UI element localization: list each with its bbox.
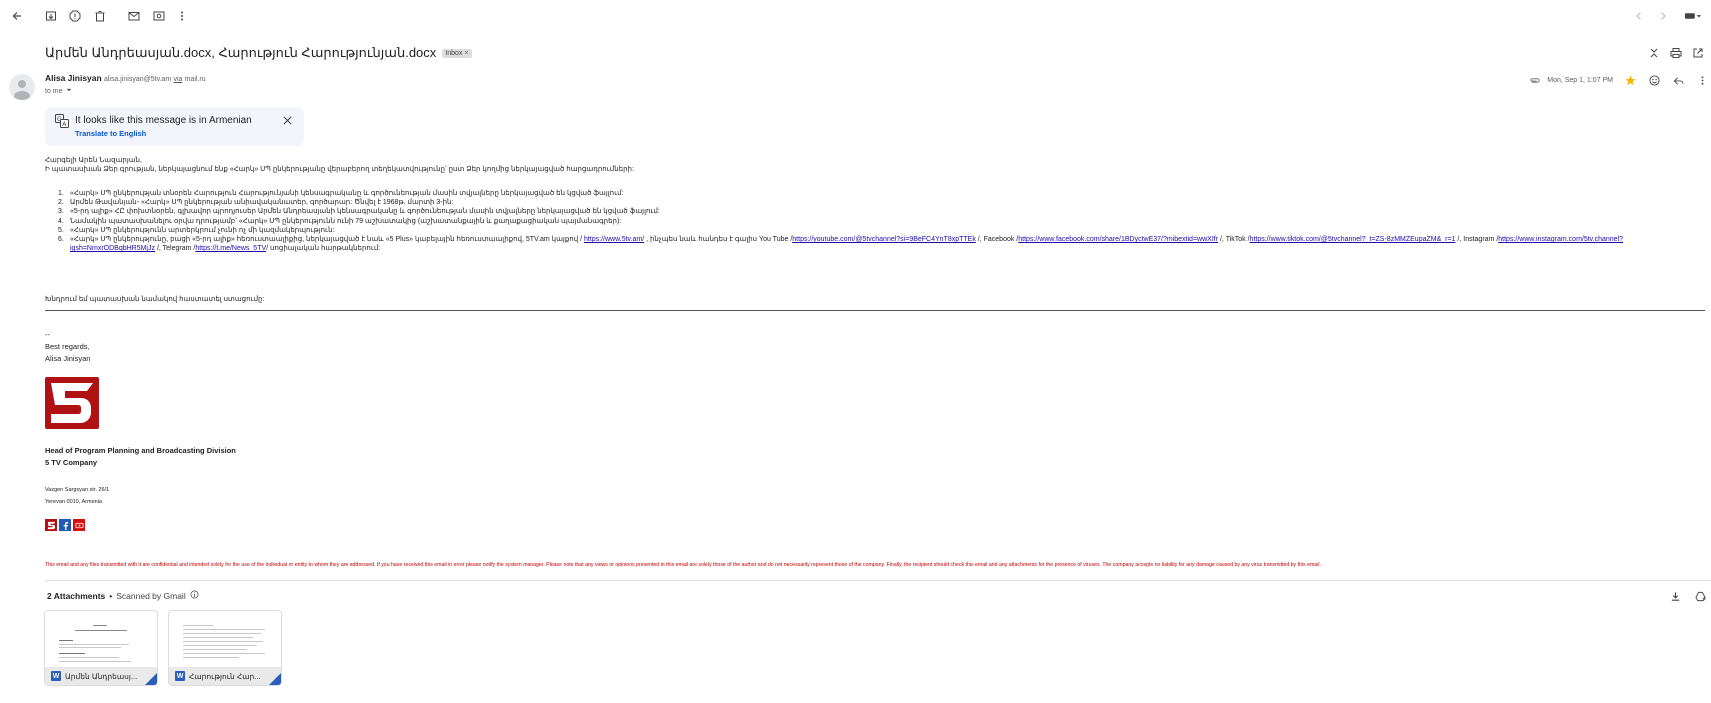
message-meta: Mon, Sep 1, 1:07 PM xyxy=(1529,74,1711,86)
list-item: 2. Արմեն Թավանյան- «Հարկ» ՍՊ ընկերության … xyxy=(58,199,454,207)
legal-disclaimer: This email and any files transmitted wit… xyxy=(45,562,1321,568)
attachments-header: 2 Attachments • Scanned by Gmail xyxy=(47,590,199,601)
file-corner-icon xyxy=(145,673,157,685)
message-toolbar xyxy=(0,0,1711,32)
print-icon[interactable] xyxy=(1670,46,1684,60)
delete-icon[interactable] xyxy=(92,8,108,24)
message-date: Mon, Sep 1, 1:07 PM xyxy=(1547,76,1613,84)
list-item: 3. «5-րդ ալիք» ՀԸ փոխտնօրեն, գլխավոր պրոդ… xyxy=(58,208,660,216)
translate-banner: GA It looks like this message is in Arme… xyxy=(45,107,304,146)
more-message-options-icon[interactable] xyxy=(1697,75,1711,86)
attachments-count: 2 Attachments xyxy=(47,590,106,601)
sender-name[interactable]: Alisa Jinisyan xyxy=(45,73,102,83)
scanned-by-gmail: Scanned by Gmail xyxy=(116,590,186,601)
word-file-icon: W xyxy=(175,671,185,681)
website-link[interactable]: https://www.5tv.am/ xyxy=(584,236,644,243)
signature-position: Head of Program Planning and Broadcastin… xyxy=(45,446,236,455)
attachment-card[interactable]: W Հարություն Հար... xyxy=(168,610,282,686)
attachments-actions xyxy=(1670,589,1706,607)
sender-email: alisa.jinisyan@5tv.am xyxy=(103,76,172,83)
message-body-intro: Հարգելի Արեն Նազարյան, Ի պատասխան Ձեր գր… xyxy=(45,156,1685,175)
sender-avatar[interactable] xyxy=(9,74,35,100)
signature-regards: Best regards, xyxy=(45,342,90,351)
list-item: 1. «Հարկ» ՍՊ ընկերության տնօրեն Հարությու… xyxy=(58,190,624,197)
closing-line: Խնդրում եմ պատասխան նամակով հաստատել ստա… xyxy=(45,296,265,303)
youtube-icon[interactable] xyxy=(73,519,85,531)
collapse-all-icon[interactable] xyxy=(1648,46,1662,60)
info-icon[interactable] xyxy=(190,590,199,601)
attachment-footer: W Հարություն Հար... xyxy=(169,667,281,685)
list-item: 6. «Հարկ» ՍՊ ընկերությունը, բացի «5-րդ ա… xyxy=(58,236,1624,253)
download-all-icon[interactable] xyxy=(1670,589,1681,607)
facebook-link[interactable]: https://www.facebook.com/share/1BDyctwE3… xyxy=(1018,236,1218,243)
social-icons xyxy=(45,519,85,531)
facebook-icon[interactable] xyxy=(59,519,71,531)
attachment-thumbnail xyxy=(169,611,281,667)
close-icon[interactable] xyxy=(282,113,294,125)
add-to-drive-icon[interactable] xyxy=(1695,589,1706,607)
show-details-chevron-icon[interactable] xyxy=(66,87,72,95)
report-spam-icon[interactable] xyxy=(67,8,83,24)
attachment-clip-icon xyxy=(1529,76,1543,85)
5tv-social-icon[interactable] xyxy=(45,519,57,531)
subject-title: Արմեն Անդրեասյան.docx, Հարություն Հարութ… xyxy=(45,45,437,60)
youtube-link[interactable]: https://youtube.com/@5tvchannel?si=9BeFC… xyxy=(792,236,976,243)
input-tools-keyboard-icon[interactable] xyxy=(1682,8,1704,24)
file-corner-icon xyxy=(269,673,281,685)
attachment-filename: Արմեն Անդրեասյ... xyxy=(65,671,138,681)
body-list: 1. «Հարկ» ՍՊ ընկերության տնօրեն Հարությու… xyxy=(58,189,1690,253)
older-chevron-icon[interactable] xyxy=(1655,8,1671,24)
attachment-footer: W Արմեն Անդրեասյ... xyxy=(45,667,157,685)
via-label[interactable]: via xyxy=(173,76,182,83)
to-me-label: to me xyxy=(45,87,63,95)
archive-icon[interactable] xyxy=(43,8,59,24)
mark-unread-icon[interactable] xyxy=(126,8,142,24)
signature-company: 5 TV Company xyxy=(45,458,98,467)
signature-address-city: Yerevan 0010, Armenia xyxy=(45,499,102,505)
greeting: Հարգելի Արեն Նազարյան, xyxy=(45,157,142,164)
attachments-divider xyxy=(45,580,1711,581)
company-logo xyxy=(45,377,99,429)
list-item: 5. «Հարկ» ՍՊ ընկերությունն արտերկրում չու… xyxy=(58,226,335,234)
via-domain: mail.ru xyxy=(184,76,206,83)
recipients-line[interactable]: to me xyxy=(45,87,72,95)
open-new-window-icon[interactable] xyxy=(1692,46,1706,60)
translate-to-english-link[interactable]: Translate to English xyxy=(75,129,146,138)
translate-message: It looks like this message is in Armenia… xyxy=(75,115,252,126)
subject-row: Արմեն Անդրեասյան.docx, Հարություն Հարութ… xyxy=(45,44,472,62)
reply-icon[interactable] xyxy=(1673,75,1687,86)
star-icon[interactable] xyxy=(1625,74,1639,86)
list-item: 4. Նամակին պատասխանելու օրվա դրությամբ՝ «… xyxy=(58,217,622,225)
attachment-filename: Հարություն Հար... xyxy=(189,671,261,681)
attachment-card[interactable]: W Արմեն Անդրեասյ... xyxy=(44,610,158,686)
inbox-label-chip[interactable]: Inbox × xyxy=(442,48,472,58)
intro-paragraph: Ի պատասխան Ձեր գրության, ներկայացնում են… xyxy=(45,166,634,174)
signature-address-street: Vazgen Sargsyan str. 26/1 xyxy=(45,487,110,493)
translate-icon: GA xyxy=(55,114,69,128)
signature-dashes: -- xyxy=(45,330,50,339)
back-arrow-icon[interactable] xyxy=(9,8,25,24)
snooze-icon[interactable] xyxy=(151,8,167,24)
sender-line: Alisa Jinisyan alisa.jinisyan@5tv.am via… xyxy=(45,73,206,83)
word-file-icon: W xyxy=(51,671,61,681)
separator-dot: • xyxy=(109,590,113,601)
label-text: Inbox xyxy=(445,49,463,57)
more-options-icon[interactable] xyxy=(174,8,190,24)
signature-separator xyxy=(45,310,1705,311)
remove-label-icon[interactable]: × xyxy=(464,50,468,57)
emoji-react-icon[interactable] xyxy=(1649,74,1663,86)
tiktok-link[interactable]: https://www.tiktok.com/@5tvchannel?_t=ZS… xyxy=(1250,236,1456,243)
telegram-link[interactable]: https://t.me/News_5TV xyxy=(195,245,266,252)
attachment-thumbnail xyxy=(45,611,157,667)
newer-chevron-icon[interactable] xyxy=(1631,8,1647,24)
signature-name: Alisa Jinisyan xyxy=(45,354,91,363)
